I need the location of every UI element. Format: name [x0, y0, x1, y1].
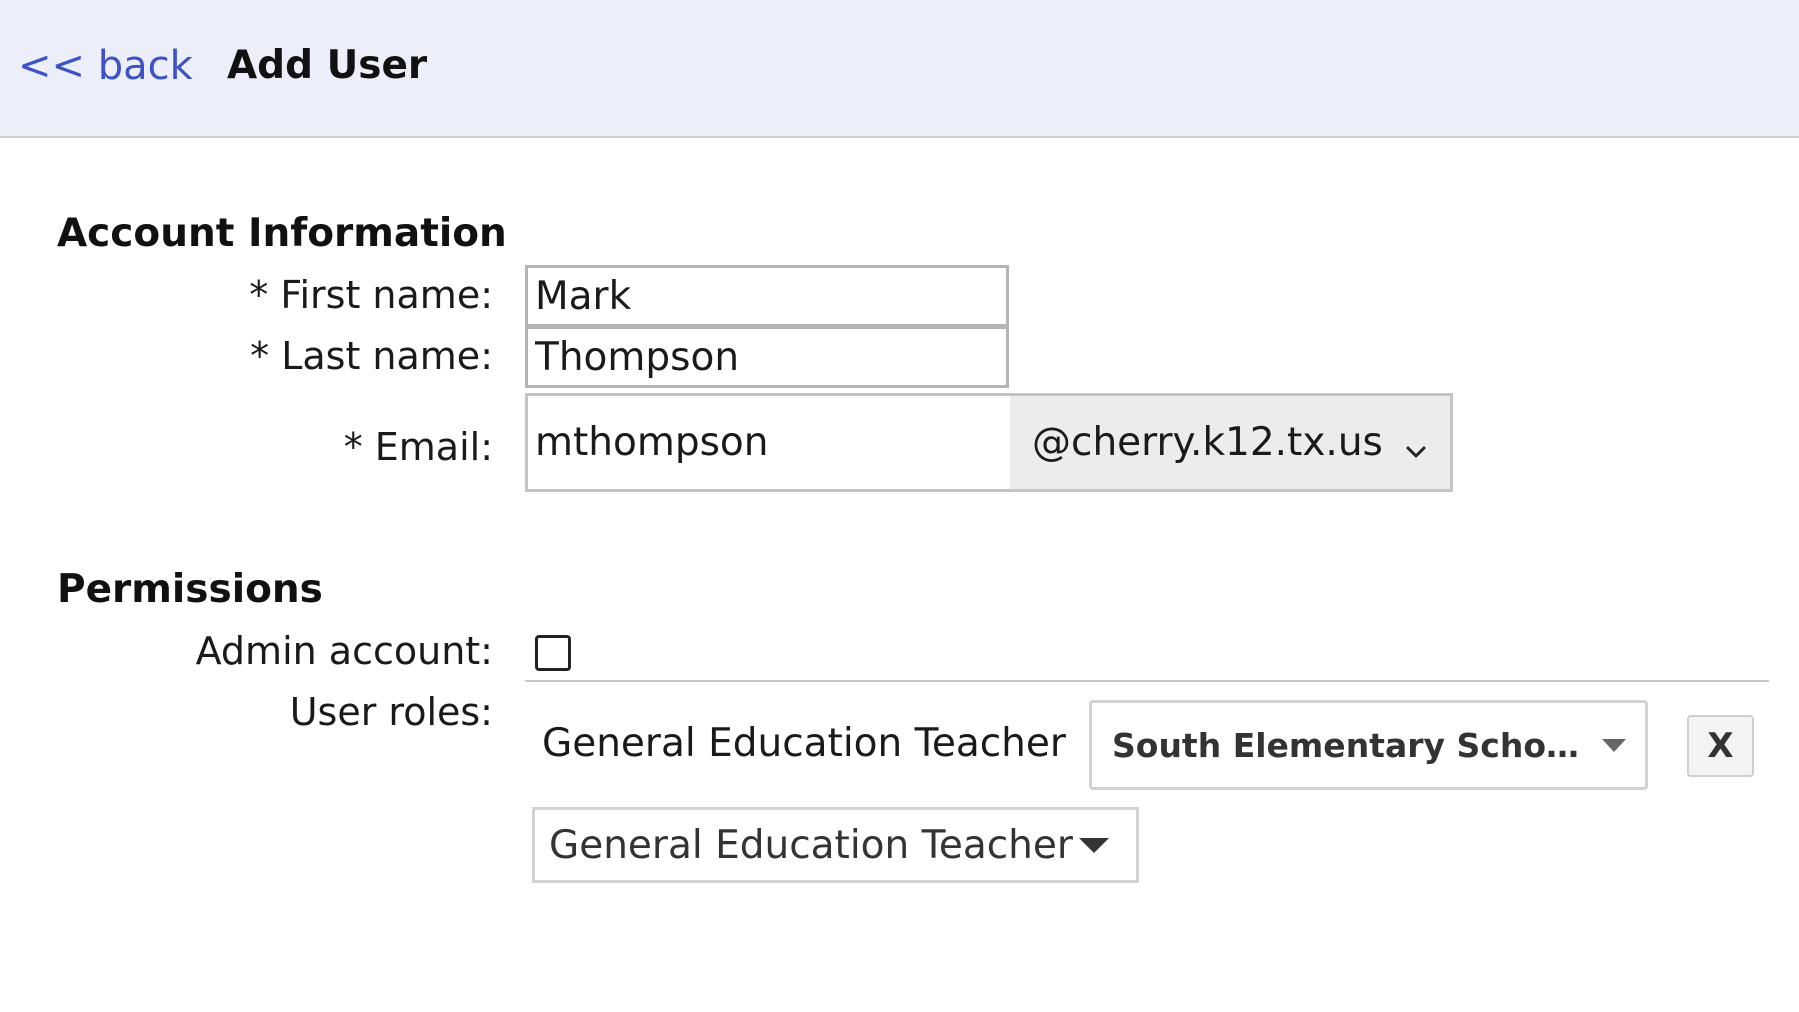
- account-section-title: Account Information: [57, 211, 507, 256]
- first-name-input[interactable]: [525, 265, 1009, 327]
- role-school-value: South Elementary School (...: [1112, 725, 1590, 765]
- email-domain-value: @cherry.k12.tx.us: [1032, 420, 1383, 465]
- admin-account-label: Admin account:: [195, 629, 493, 673]
- page-title: Add User: [227, 43, 428, 88]
- email-domain-select[interactable]: @cherry.k12.tx.us: [1010, 396, 1450, 489]
- permissions-section-title: Permissions: [57, 567, 323, 612]
- user-roles-label: User roles:: [289, 690, 493, 734]
- email-username-input[interactable]: [528, 396, 1010, 489]
- last-name-input[interactable]: [525, 326, 1009, 388]
- caret-down-icon: [1602, 738, 1626, 752]
- roles-divider: [525, 680, 1769, 682]
- last-name-label: * Last name:: [250, 334, 493, 378]
- chevron-down-icon: [1403, 430, 1429, 457]
- back-link[interactable]: << back: [18, 42, 193, 90]
- admin-account-checkbox[interactable]: [535, 635, 571, 671]
- caret-down-icon: [1079, 837, 1109, 853]
- email-label: * Email:: [343, 425, 493, 469]
- role-name: General Education Teacher: [542, 721, 1066, 766]
- role-school-select[interactable]: South Elementary School (...: [1089, 700, 1648, 790]
- page-header: << back Add User: [0, 0, 1799, 138]
- first-name-label: * First name:: [249, 273, 493, 317]
- remove-role-button[interactable]: X: [1687, 715, 1754, 777]
- add-role-select[interactable]: General Education Teacher: [532, 807, 1139, 883]
- add-role-select-value: General Education Teacher: [549, 822, 1073, 868]
- email-field-group: @cherry.k12.tx.us: [525, 393, 1453, 492]
